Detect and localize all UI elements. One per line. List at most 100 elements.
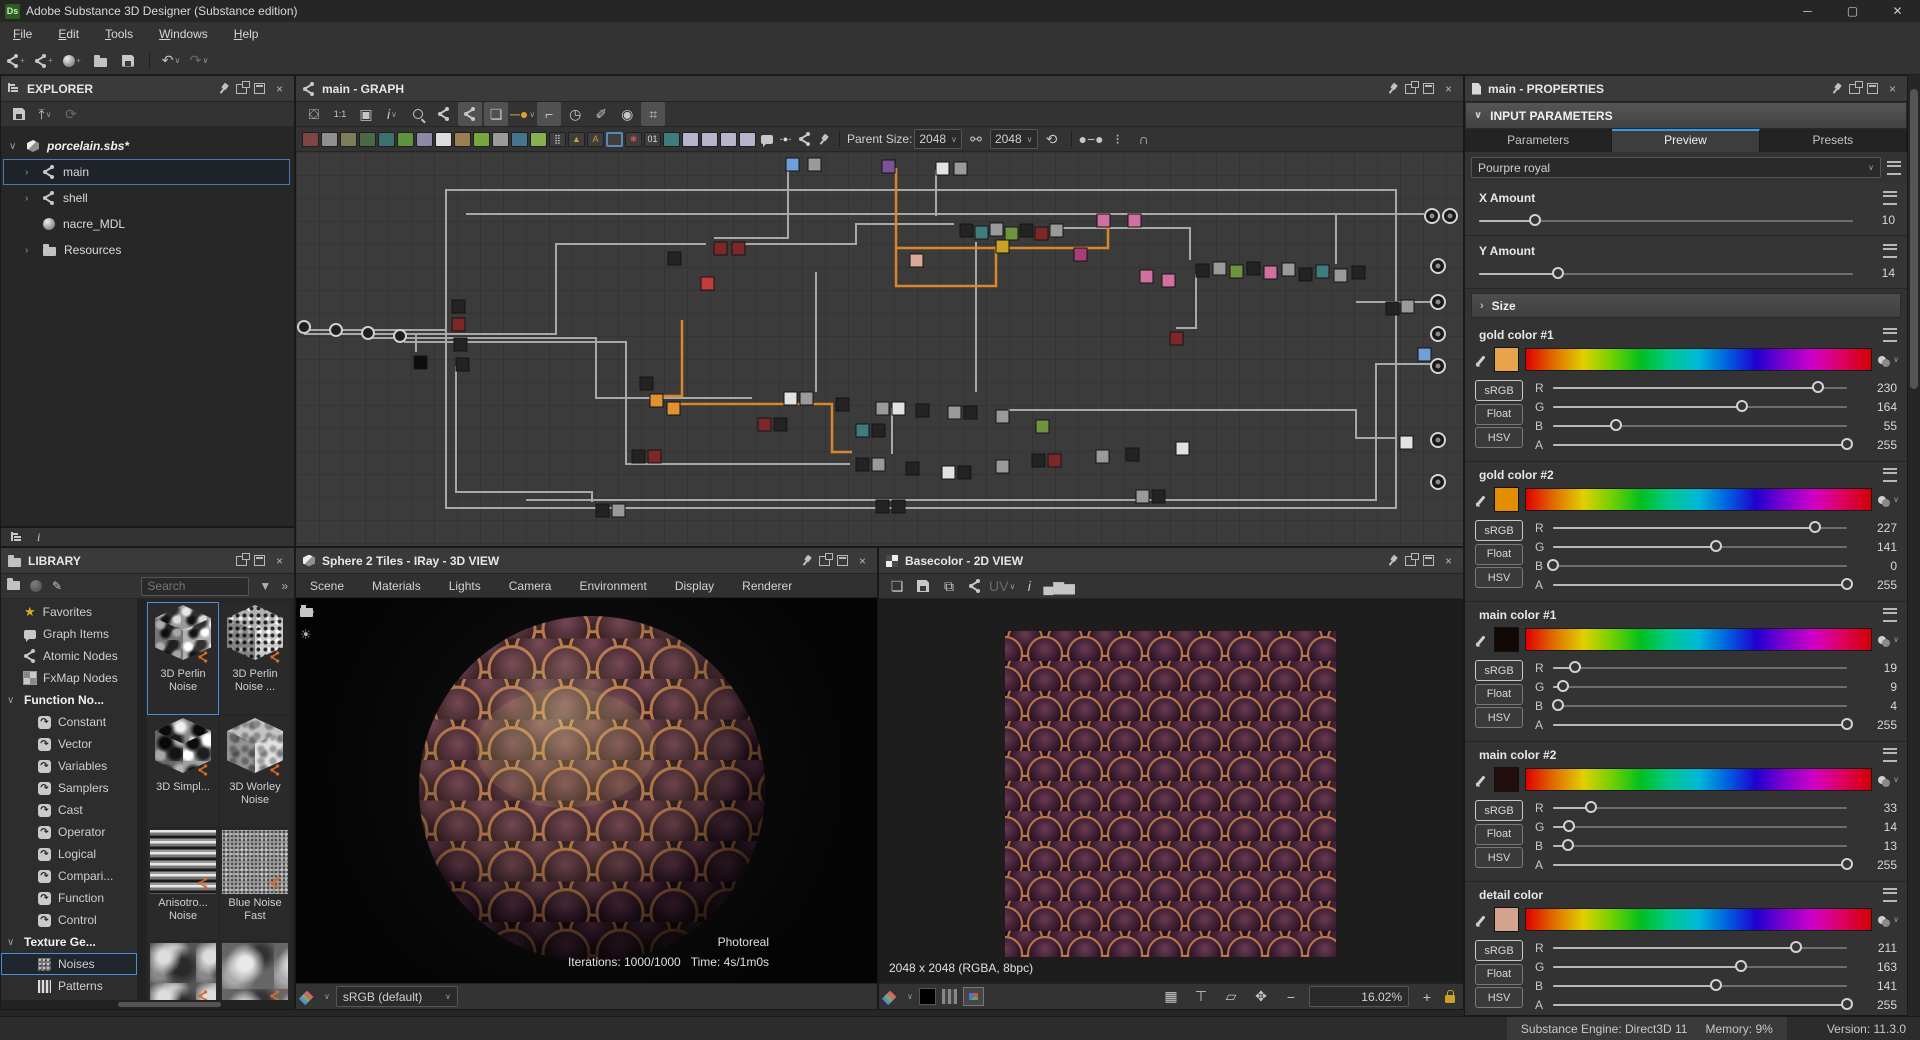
node-type-lav-icon[interactable] [720, 132, 737, 147]
graph-node[interactable] [1140, 270, 1153, 283]
view3d-menu-display[interactable]: Display [661, 579, 728, 593]
graph-node[interactable] [1213, 262, 1226, 275]
grid-icon[interactable]: ▦ [1159, 985, 1183, 1009]
color-menu-icon[interactable] [1883, 468, 1897, 482]
zoom-in-icon[interactable]: + [1415, 985, 1439, 1009]
channel-slider-b[interactable] [1553, 698, 1847, 714]
menu-windows[interactable]: Windows [146, 22, 221, 47]
display-gamma-icon[interactable] [963, 987, 984, 1006]
snap-icon[interactable]: ∩ [1132, 127, 1156, 151]
graph-node[interactable] [856, 424, 869, 437]
graph-node[interactable] [648, 450, 661, 463]
mode-srgb-button[interactable]: sRGB [1475, 520, 1523, 541]
parent-size-width[interactable]: 2048∨ [914, 129, 962, 149]
graph-node[interactable] [1035, 227, 1048, 240]
float-icon[interactable] [236, 556, 247, 566]
eyedropper-icon[interactable] [1475, 635, 1485, 646]
node-type-icon[interactable] [511, 132, 528, 147]
graph-node[interactable] [1005, 227, 1018, 240]
node-type-splat-icon[interactable]: ✱ [625, 132, 642, 147]
node-type-icon[interactable] [340, 132, 357, 147]
channel-slider-g[interactable] [1553, 399, 1847, 415]
view3d-menu-lights[interactable]: Lights [435, 579, 495, 593]
scene-tree-icon[interactable] [302, 598, 314, 599]
graph-node[interactable] [876, 500, 889, 513]
tree-item-shell[interactable]: ›shell [1, 185, 294, 211]
mode-srgb-button[interactable]: sRGB [1475, 800, 1523, 821]
eyedropper-icon[interactable] [1475, 775, 1485, 786]
properties-scrollbar[interactable] [1908, 75, 1920, 1016]
view2d-viewport[interactable]: 2048 x 2048 (RGBA, 8bpc) [879, 599, 1463, 983]
param-menu-icon[interactable] [1883, 191, 1897, 205]
pin-icon[interactable] [1385, 81, 1400, 96]
library-category-atomic-nodes[interactable]: Atomic Nodes [1, 645, 137, 667]
node-type-icon[interactable] [416, 132, 433, 147]
channel-slider-a[interactable] [1553, 997, 1847, 1013]
node-type-icon[interactable] [397, 132, 414, 147]
node-type-teal-icon[interactable] [663, 132, 680, 147]
graph-node[interactable] [916, 404, 929, 417]
timings-icon[interactable]: ◷ [563, 102, 587, 126]
node-type-icon[interactable] [492, 132, 509, 147]
node-type-icon[interactable] [454, 132, 471, 147]
channel-slider-g[interactable] [1553, 679, 1847, 695]
library-category-patterns[interactable]: Patterns [1, 975, 137, 997]
graph-node[interactable] [1096, 450, 1109, 463]
close-icon[interactable]: × [1441, 82, 1456, 96]
graph-node[interactable] [1282, 263, 1295, 276]
graph-node[interactable] [872, 458, 885, 471]
view3d-viewport[interactable]: ☀ Photoreal Iterations: 1000/1000 Time: … [296, 598, 877, 983]
node-type-lav-icon[interactable] [682, 132, 699, 147]
graph-node[interactable] [1032, 454, 1045, 467]
graph-node[interactable] [1048, 454, 1061, 467]
tab-preview[interactable]: Preview [1612, 129, 1759, 152]
channel-slider-r[interactable] [1553, 380, 1847, 396]
save-all-icon[interactable] [116, 49, 140, 73]
graph-hierarchy-icon[interactable] [11, 532, 23, 543]
library-thumbnail[interactable]: 3D Worley Noise [220, 716, 290, 827]
maximize-icon[interactable] [254, 83, 265, 94]
pin-icon[interactable] [216, 81, 231, 96]
graph-node[interactable] [1299, 268, 1312, 281]
graph-node[interactable] [1176, 442, 1189, 455]
graph-node[interactable] [774, 418, 787, 431]
mode-hsv-button[interactable]: HSV [1475, 427, 1523, 448]
color-presets-icon[interactable] [1878, 356, 1886, 364]
mode-srgb-button[interactable]: sRGB [1475, 660, 1523, 681]
float-icon[interactable] [1405, 84, 1416, 94]
channels-icon[interactable] [887, 990, 900, 1003]
maximize-icon[interactable] [1423, 83, 1434, 94]
graph-node[interactable] [758, 418, 771, 431]
graph-node[interactable] [1418, 348, 1431, 361]
graph-node[interactable] [948, 406, 961, 419]
tiling-icon[interactable] [942, 989, 957, 1004]
mode-hsv-button[interactable]: HSV [1475, 707, 1523, 728]
pin-icon[interactable] [799, 553, 814, 568]
pin-icon[interactable] [1385, 553, 1400, 568]
channel-slider-b[interactable] [1553, 418, 1847, 434]
zoom-out-icon[interactable]: − [1279, 985, 1303, 1009]
graph-node[interactable] [1386, 302, 1399, 315]
library-category-function-no---[interactable]: ∨Function No... [1, 689, 137, 711]
preset-dropdown[interactable]: Pourpre royal∨ [1471, 157, 1881, 178]
channel-slider-a[interactable] [1553, 857, 1847, 873]
node-type-icon[interactable] [473, 132, 490, 147]
graph-node[interactable] [1170, 332, 1183, 345]
hue-gradient-bar[interactable] [1525, 768, 1872, 791]
graph-node[interactable] [1352, 266, 1365, 279]
preset-menu-icon[interactable] [1887, 161, 1901, 175]
channel-slider-b[interactable] [1553, 558, 1847, 574]
graph-node[interactable] [786, 158, 799, 171]
graph-node[interactable] [892, 402, 905, 415]
node-type-icon[interactable] [302, 132, 319, 147]
more-filters-icon[interactable]: » [281, 579, 288, 593]
graph-node[interactable] [456, 358, 469, 371]
color-presets-icon[interactable] [1878, 916, 1886, 924]
zoom-1-1-icon[interactable]: 1:1 [328, 102, 352, 126]
graph-node[interactable] [882, 160, 895, 173]
screenshot-icon[interactable]: ▣ [354, 102, 378, 126]
graph-node[interactable] [960, 224, 973, 237]
graph-input-node[interactable] [298, 321, 310, 333]
graph-node[interactable] [1136, 490, 1149, 503]
zoom-lock-icon[interactable] [1445, 995, 1455, 1003]
